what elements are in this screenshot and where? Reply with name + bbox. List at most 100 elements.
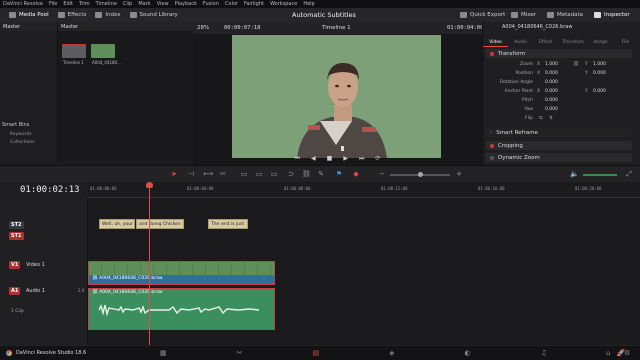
fullscreen-icon[interactable]: ⤢ bbox=[625, 171, 633, 178]
trim-tool-icon[interactable]: ⊣ bbox=[187, 171, 195, 178]
playhead[interactable] bbox=[146, 182, 153, 345]
video-clip[interactable]: ⛓ A004_04180646_C026.braw bbox=[88, 261, 275, 285]
replace-icon[interactable]: ▭ bbox=[270, 171, 278, 178]
skip-to-end-icon[interactable]: ⏭ bbox=[359, 155, 364, 163]
enable-dot-icon[interactable] bbox=[490, 51, 494, 56]
zoom-out-icon[interactable]: − bbox=[378, 171, 386, 178]
zoom-level[interactable]: 28% bbox=[197, 25, 209, 31]
edit-page-icon[interactable]: ▤ bbox=[313, 349, 320, 357]
flip-vertical-icon[interactable]: ⇅ bbox=[549, 116, 553, 121]
menu-item[interactable]: File bbox=[49, 1, 57, 7]
track-st2-label[interactable]: ST2 bbox=[9, 221, 24, 229]
enable-dot-icon[interactable] bbox=[490, 155, 494, 160]
fusion-page-icon[interactable]: ◈ bbox=[389, 349, 394, 357]
tab-file[interactable]: File bbox=[613, 32, 638, 47]
anchor-y-field[interactable]: 0.000 bbox=[593, 89, 606, 94]
home-icon[interactable]: ⌂ bbox=[606, 349, 610, 357]
collections-bin[interactable]: Collections bbox=[10, 140, 35, 145]
snapping-icon[interactable]: ⊃ bbox=[287, 171, 295, 178]
loop-icon[interactable]: ⟳ bbox=[375, 155, 380, 162]
inspector-button[interactable]: Inspector bbox=[594, 12, 630, 18]
menu-item[interactable]: Edit bbox=[63, 1, 73, 7]
menu-item[interactable]: View bbox=[157, 1, 169, 7]
track-st1-label[interactable]: ST1 bbox=[9, 232, 24, 240]
media-pool-button[interactable]: Media Pool bbox=[9, 12, 49, 18]
tab-audio[interactable]: Audio bbox=[508, 32, 533, 47]
stop-icon[interactable]: ■ bbox=[327, 155, 333, 162]
sound-library-button[interactable]: Sound Library bbox=[129, 12, 178, 18]
selection-tool-icon[interactable]: ➤ bbox=[170, 171, 178, 178]
video-clip-thumbnail[interactable] bbox=[91, 44, 115, 58]
index-button[interactable]: Index bbox=[95, 12, 121, 18]
menu-item[interactable]: Workspace bbox=[270, 1, 297, 7]
pitch-field[interactable]: 0.000 bbox=[545, 98, 558, 103]
cut-page-icon[interactable]: ✂ bbox=[237, 349, 243, 357]
subtitle-clip[interactable]: Well, uh, your bbox=[99, 219, 135, 229]
insert-icon[interactable]: ▭ bbox=[240, 171, 248, 178]
yaw-field[interactable]: 0.000 bbox=[545, 107, 558, 112]
menu-item[interactable]: Help bbox=[303, 1, 314, 7]
skip-to-start-icon[interactable]: ⏮ bbox=[295, 155, 300, 163]
zoom-x-field[interactable]: 1.000 bbox=[545, 62, 558, 67]
audio-clip[interactable]: ⛓ A004_04180646_C026.braw bbox=[88, 288, 275, 330]
rotation-field[interactable]: 0.000 bbox=[545, 80, 558, 85]
menu-item[interactable]: Fairlight bbox=[244, 1, 264, 7]
settings-icon[interactable]: ⚙ bbox=[624, 349, 630, 357]
menu-item[interactable]: Clip bbox=[123, 1, 132, 7]
subtitle-clip[interactable]: The rest is just bbox=[208, 219, 248, 229]
link-icon[interactable]: ⛓ bbox=[573, 62, 579, 67]
position-x-field[interactable]: 0.000 bbox=[545, 71, 558, 76]
menu-item[interactable]: Fusion bbox=[203, 1, 219, 7]
mixer-button[interactable]: Mixer bbox=[511, 12, 536, 18]
menu-item[interactable]: Playback bbox=[175, 1, 197, 7]
track-v1-label[interactable]: V1 bbox=[9, 261, 21, 269]
menu-item[interactable]: Mark bbox=[138, 1, 150, 7]
timeline-ruler[interactable]: 01:00:00:00 01:00:04:00 01:00:08:00 01:0… bbox=[88, 182, 640, 198]
effects-button[interactable]: Effects bbox=[57, 12, 86, 18]
timeline-selector[interactable]: Timeline 1 bbox=[322, 25, 351, 31]
tab-effect[interactable]: Effect bbox=[533, 32, 558, 47]
fairlight-page-icon[interactable]: ♫ bbox=[541, 349, 547, 357]
track-a1-label[interactable]: A1 bbox=[9, 287, 21, 295]
dynamic-trim-icon[interactable]: ⟷ bbox=[203, 171, 213, 178]
play-icon[interactable]: ▶ bbox=[343, 155, 348, 162]
tab-transition[interactable]: Transition bbox=[558, 32, 588, 47]
quick-export-button[interactable]: Quick Export bbox=[460, 12, 505, 18]
master-bin[interactable]: Master bbox=[0, 22, 57, 31]
overwrite-icon[interactable]: ▭ bbox=[255, 171, 263, 178]
linked-selection-icon[interactable]: ⛓ bbox=[302, 171, 311, 178]
timeline-thumbnail[interactable] bbox=[62, 44, 86, 58]
play-reverse-icon[interactable]: ◀ bbox=[311, 155, 316, 162]
volume-icon[interactable]: 🔈 bbox=[570, 171, 579, 178]
zoom-slider-handle[interactable] bbox=[418, 172, 423, 177]
subtitle-clip[interactable]: and doing Chicken bbox=[136, 219, 184, 229]
enable-dot-icon[interactable] bbox=[490, 143, 494, 148]
menu-item[interactable]: Trim bbox=[79, 1, 90, 7]
zoom-y-field[interactable]: 1.000 bbox=[593, 62, 606, 67]
smart-reframe-section[interactable]: › Smart Reframe bbox=[486, 128, 632, 137]
transform-section[interactable]: Transform bbox=[486, 49, 632, 58]
volume-slider[interactable] bbox=[583, 174, 617, 176]
color-page-icon[interactable]: ◐ bbox=[465, 349, 471, 357]
cropping-section[interactable]: Cropping bbox=[486, 141, 632, 150]
blade-tool-icon[interactable]: ✂ bbox=[219, 171, 227, 178]
dynamic-zoom-section[interactable]: Dynamic Zoom bbox=[486, 153, 632, 162]
zoom-in-icon[interactable]: + bbox=[455, 171, 463, 178]
marker-icon[interactable]: ◆ bbox=[352, 171, 360, 178]
flag-icon[interactable]: ⚑ bbox=[335, 171, 343, 178]
tab-video[interactable]: Video bbox=[483, 32, 508, 47]
flip-horizontal-icon[interactable]: ⇆ bbox=[539, 116, 543, 121]
viewer-scrubber-playhead[interactable] bbox=[341, 146, 344, 151]
media-page-icon[interactable]: ▦ bbox=[160, 349, 167, 357]
keywords-bin[interactable]: Keywords bbox=[10, 132, 32, 137]
anchor-x-field[interactable]: 0.000 bbox=[545, 89, 558, 94]
tab-image[interactable]: Image bbox=[588, 32, 613, 47]
menu-item[interactable]: Timeline bbox=[96, 1, 117, 7]
menu-item[interactable]: DaVinci Resolve bbox=[3, 1, 43, 7]
position-lock-icon[interactable]: ✎ bbox=[317, 171, 325, 178]
menu-item[interactable]: Color bbox=[225, 1, 238, 7]
zoom-slider[interactable] bbox=[390, 172, 450, 177]
playhead-handle[interactable] bbox=[146, 182, 153, 188]
metadata-button[interactable]: Metadata bbox=[547, 12, 583, 18]
position-y-field[interactable]: 0.000 bbox=[593, 71, 606, 76]
